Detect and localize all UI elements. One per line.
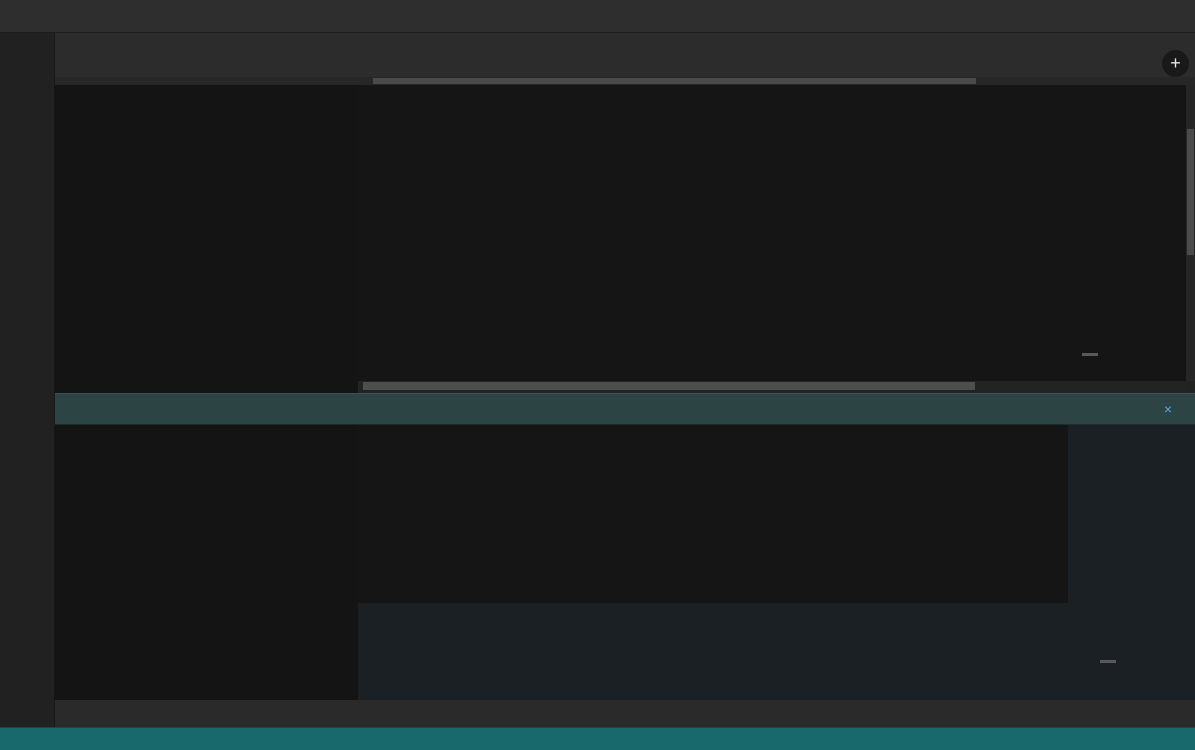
close-icon: × — [1164, 401, 1172, 417]
table-left-panel — [55, 85, 358, 393]
invoice-data-grid — [358, 85, 1186, 381]
status-bar — [0, 727, 1195, 750]
row-count-badge — [1082, 353, 1098, 356]
new-tab-button[interactable]: + — [1162, 50, 1189, 77]
dbgate-window: + × — [0, 0, 1195, 750]
grid-vertical-scrollbar-thumb[interactable] — [1187, 129, 1194, 255]
connection-group-bar — [55, 33, 1195, 48]
master-detail-bar: × — [55, 393, 1195, 425]
grid-vertical-scrollbar[interactable] — [1186, 85, 1195, 381]
grid-horizontal-scrollbar-thumb[interactable] — [363, 382, 975, 390]
tab-scrollbar[interactable] — [55, 77, 1195, 85]
title-bar — [0, 0, 1195, 33]
grid-horizontal-scrollbar[interactable] — [358, 381, 1186, 391]
grid-toolbar — [55, 700, 1195, 727]
detail-left-panel — [55, 425, 358, 700]
invoiceline-data-grid — [358, 425, 1068, 603]
left-icon-rail — [0, 33, 55, 727]
close-detail-button[interactable]: × — [1164, 401, 1179, 417]
detail-row-count-badge — [1100, 660, 1116, 663]
tab-bar — [55, 48, 1195, 77]
tab-scrollbar-thumb[interactable] — [373, 78, 976, 84]
